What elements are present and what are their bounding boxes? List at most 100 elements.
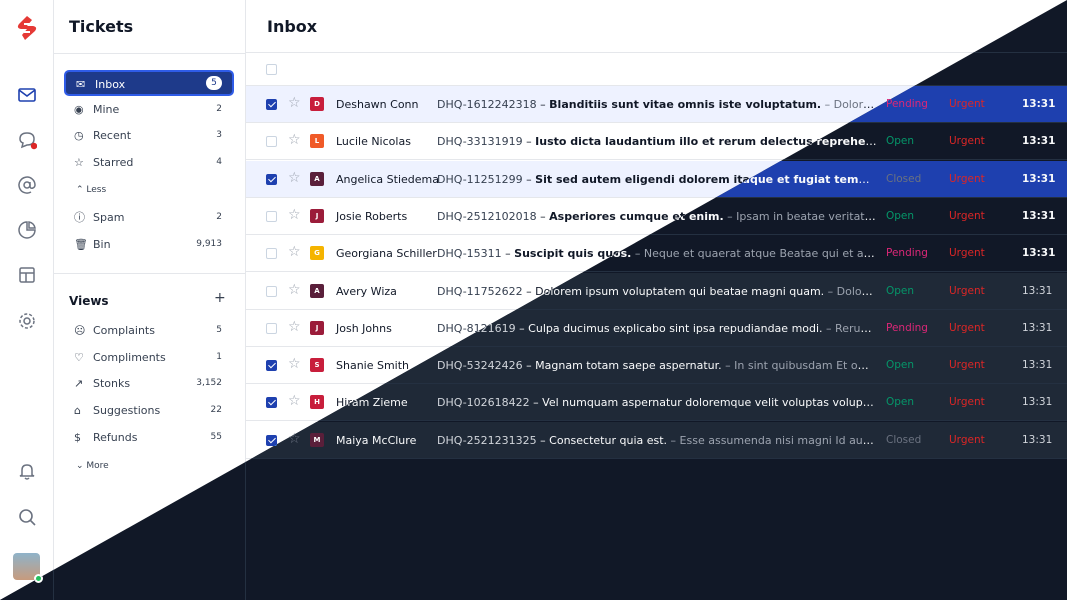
requester-name: Lucile Nicolas: [336, 135, 411, 149]
nav-label: Bin: [93, 237, 111, 251]
bell-icon[interactable]: [17, 461, 37, 481]
pie-chart-icon[interactable]: [17, 220, 37, 240]
row-checkbox[interactable]: [266, 434, 277, 446]
ticket-preview: Dolor occaecati ea est: [833, 98, 877, 111]
row-checkbox[interactable]: [266, 322, 277, 334]
star-icon[interactable]: ☆: [288, 283, 301, 297]
views-title: Views: [69, 294, 109, 308]
row-checkbox[interactable]: [266, 285, 277, 297]
status-badge: Open: [886, 396, 915, 409]
icon-rail: [0, 0, 54, 600]
avatar[interactable]: [13, 553, 43, 583]
ticket-time: 13:31: [1022, 359, 1053, 372]
view-item-stonks[interactable]: ↗ Stonks 3,152: [64, 371, 234, 397]
requester-avatar: D: [310, 97, 324, 111]
status-badge: Open: [886, 209, 915, 222]
ticket-summary: DHQ-8121619 – Culpa ducimus explicabo si…: [437, 322, 877, 335]
nav-label: Suggestions: [93, 404, 161, 418]
star-icon[interactable]: ☆: [288, 394, 301, 408]
row-checkbox[interactable]: [266, 248, 277, 260]
view-item-compliments[interactable]: ♡ Compliments 1: [64, 345, 234, 371]
row-checkbox[interactable]: [266, 173, 277, 185]
sidebar-item-starred[interactable]: ☆ Starred 4: [64, 150, 234, 176]
row-checkbox[interactable]: [266, 136, 277, 148]
view-item-suggestions[interactable]: ⌂ Suggestions 22: [64, 398, 234, 424]
nav-count-badge: 55: [210, 431, 222, 442]
ticket-id: DHQ-2521231325: [437, 433, 537, 447]
ticket-time: 13:31: [1022, 321, 1053, 334]
sidebar-item-spam[interactable]: ⓘ Spam 2: [64, 205, 234, 231]
priority-badge: Urgent: [949, 247, 985, 260]
ticket-id: DHQ-11752622: [437, 284, 523, 298]
requester-avatar: S: [310, 358, 324, 373]
requester-name: Deshawn Conn: [336, 98, 419, 111]
ticket-subject: Blanditiis sunt vitae omnis iste volupta…: [549, 98, 822, 111]
star-icon[interactable]: ☆: [288, 96, 301, 110]
app-window: Tickets ✉ Inbox 5 ◉ Mine 2 ◷ Recent 3 ☆ Starred 4 ⌃ …: [0, 0, 1067, 600]
search-icon[interactable]: [17, 507, 37, 527]
layout-icon[interactable]: [17, 265, 37, 285]
chat-icon[interactable]: [17, 130, 37, 150]
clock-icon: ◷: [74, 129, 84, 143]
ticket-id: DHQ-53242426: [437, 359, 523, 373]
heart-icon: ♡: [74, 350, 84, 364]
star-icon[interactable]: ☆: [288, 320, 301, 334]
view-item-complaints[interactable]: ☹ Complaints 5: [64, 318, 234, 344]
requester-name: Shanie Smith: [336, 359, 410, 373]
row-checkbox[interactable]: [266, 397, 277, 409]
sidebar-item-recent[interactable]: ◷ Recent 3: [64, 123, 234, 149]
table-row[interactable]: ☆MMaiya McClureDHQ-2521231325 – Consecte…: [246, 421, 1067, 459]
ticket-subject: Culpa ducimus explicabo sint ipsa repudi…: [528, 321, 823, 335]
settings-icon[interactable]: [17, 311, 37, 331]
row-checkbox[interactable]: [266, 360, 277, 372]
status-badge: Closed: [886, 433, 922, 446]
requester-name: Maiya McClure: [336, 433, 417, 447]
more-toggle[interactable]: ⌄ More: [76, 461, 109, 471]
add-view-button[interactable]: +: [214, 290, 226, 306]
ticket-preview: Rerum sit et verit: [835, 321, 877, 335]
nav-label: Stonks: [93, 377, 131, 391]
row-checkbox[interactable]: [266, 99, 277, 110]
star-icon[interactable]: ☆: [288, 208, 301, 222]
nav-count-badge: 3,152: [196, 378, 222, 389]
sidebar-item-mine[interactable]: ◉ Mine 2: [64, 97, 234, 123]
star-icon[interactable]: ☆: [288, 133, 301, 147]
status-badge: Open: [886, 284, 915, 297]
requester-avatar: G: [310, 246, 324, 261]
ticket-time: 13:31: [1022, 209, 1056, 222]
requester-avatar: H: [310, 395, 324, 410]
requester-avatar: M: [310, 432, 324, 447]
requester-avatar: J: [310, 320, 324, 335]
requester-name: Josh Johns: [336, 321, 392, 335]
sidebar-title: Tickets: [69, 17, 134, 36]
requester-avatar: J: [310, 208, 324, 223]
select-all-checkbox[interactable]: [266, 64, 277, 75]
ticket-id: DHQ-11251299: [437, 172, 523, 186]
status-badge: Closed: [886, 172, 922, 185]
ticket-preview: Neque et quaerat atque Beatae qui et ali…: [643, 247, 877, 261]
user-icon: ◉: [74, 102, 84, 116]
mail-icon[interactable]: [17, 85, 37, 105]
ticket-time: 13:31: [1022, 172, 1056, 185]
nav-label: Compliments: [93, 350, 166, 364]
ticket-subject: Consectetur quia est.: [549, 433, 668, 447]
row-checkbox[interactable]: [266, 210, 277, 222]
star-icon[interactable]: ☆: [288, 171, 301, 185]
at-icon[interactable]: [17, 175, 37, 195]
sidebar-item-inbox[interactable]: ✉ Inbox 5: [64, 70, 234, 96]
less-toggle[interactable]: ⌃ Less: [76, 185, 106, 195]
star-icon[interactable]: ☆: [288, 245, 301, 259]
status-badge: Open: [886, 135, 915, 148]
view-item-refunds[interactable]: $ Refunds 55: [64, 425, 234, 451]
logo-icon: [17, 16, 37, 40]
star-icon[interactable]: ☆: [288, 357, 301, 371]
requester-name: Angelica Stiedema: [336, 172, 439, 186]
priority-badge: Urgent: [949, 209, 985, 222]
ticket-preview: Esse assumenda nisi magni Id aut est rep…: [679, 433, 877, 447]
priority-badge: Urgent: [949, 433, 985, 446]
ticket-summary: DHQ-1612242318 – Blanditiis sunt vitae o…: [437, 98, 877, 111]
ticket-summary: DHQ-102618422 – Vel numquam aspernatur d…: [437, 396, 877, 409]
requester-name: Josie Roberts: [336, 209, 408, 223]
star-icon: ☆: [74, 156, 84, 170]
sidebar-item-bin[interactable]: 🗑 Bin 9,913: [64, 232, 234, 258]
